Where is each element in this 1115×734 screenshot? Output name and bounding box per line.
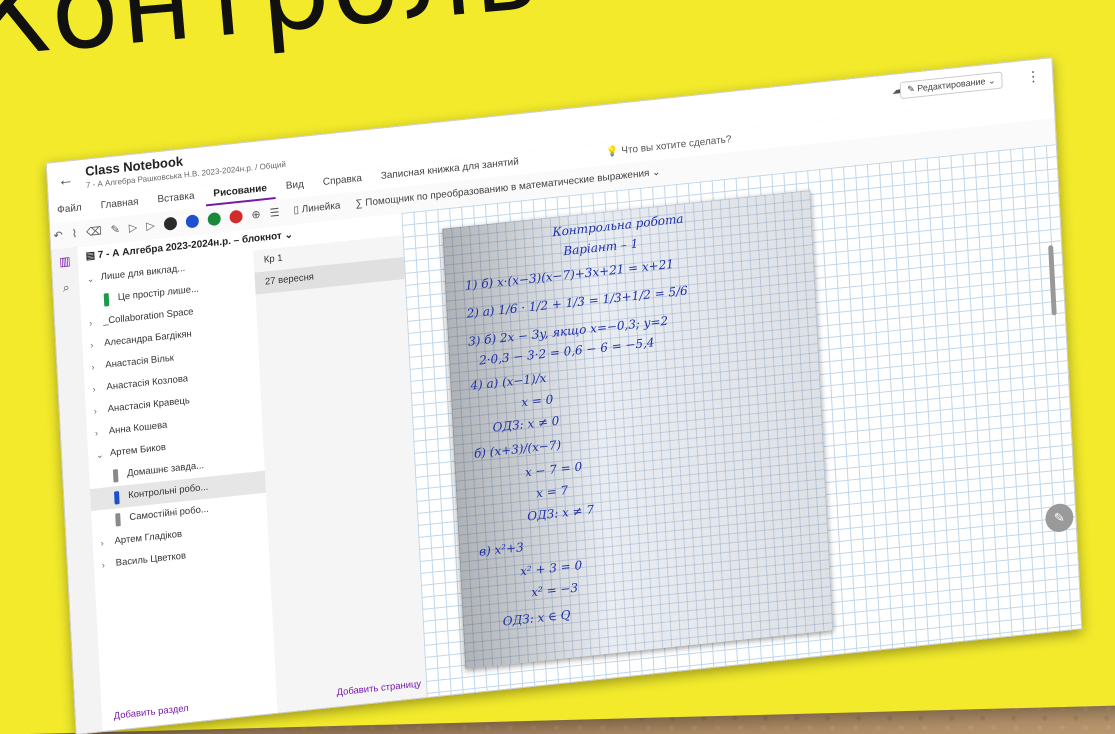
add-section-link[interactable]: Добавить раздел xyxy=(113,703,188,722)
section-label: Артем Биков xyxy=(109,441,167,459)
chevron-right-icon: › xyxy=(94,427,99,439)
chevron-right-icon: › xyxy=(91,361,95,373)
editing-mode-label: Редактирование xyxy=(917,76,986,94)
add-page-link[interactable]: Добавить страницу xyxy=(336,679,421,699)
pen-color-green[interactable] xyxy=(207,211,221,227)
section-label: Алесандра Багдікян xyxy=(103,328,192,349)
marker-icon[interactable]: ▷ xyxy=(146,219,155,233)
section-color-tab xyxy=(115,513,121,527)
page-list: Кр 1 27 вересня Добавить страницу xyxy=(253,234,428,713)
chevron-right-icon: › xyxy=(88,317,93,329)
back-arrow-icon[interactable]: ← xyxy=(57,171,74,191)
tab-view[interactable]: Вид xyxy=(277,174,312,197)
section-label: Анастасія Кравець xyxy=(107,395,191,415)
section-list: ⌄ Лише для виклад... Це простір лише... ›… xyxy=(78,250,279,732)
ruler-button[interactable]: ▯ Линейка xyxy=(293,200,341,216)
chevron-right-icon: › xyxy=(100,537,104,549)
editing-mode-button[interactable]: ✎ Редактирование ⌄ xyxy=(899,71,1003,100)
handwritten-work-photo: Контрольна робота Варіант – 1 1) б) x·(x… xyxy=(442,190,834,669)
search-icon[interactable]: ⌕ xyxy=(53,273,80,302)
chevron-down-icon: ⌄ xyxy=(95,449,104,461)
section-label: Контрольні робо... xyxy=(127,481,209,502)
highlighter-icon[interactable]: ▷ xyxy=(128,221,138,235)
section-label: Артем Гладіков xyxy=(114,528,183,547)
line-weight-icon[interactable]: ☰ xyxy=(269,206,279,220)
onenote-window: ← Class Notebook 7 - А Алгебра Рашковськ… xyxy=(45,57,1083,734)
section-label: Це простір лише... xyxy=(117,283,200,304)
ruler-label: Линейка xyxy=(301,200,341,216)
undo-icon[interactable]: ↶ xyxy=(53,229,63,243)
add-pen-icon[interactable]: ⊕ xyxy=(251,208,261,222)
section-label: Василь Цветков xyxy=(115,550,187,569)
section-label: Анастасія Козлова xyxy=(106,373,189,393)
lasso-select-icon[interactable]: ⌇ xyxy=(71,227,78,241)
tab-insert[interactable]: Вставка xyxy=(149,186,203,211)
section-label: Домашнє завда... xyxy=(126,460,205,480)
notebooks-icon[interactable]: ▥ xyxy=(51,247,78,276)
section-label: Лише для виклад... xyxy=(100,262,186,283)
pen-color-blue[interactable] xyxy=(185,214,199,229)
section-label: Самостійні робо... xyxy=(129,503,210,524)
notebook-icon: ▤ xyxy=(85,250,96,263)
pen-tool-icon[interactable]: ✎ xyxy=(110,223,120,237)
pen-color-red[interactable] xyxy=(229,209,243,224)
tab-file[interactable]: Файл xyxy=(49,198,90,221)
chevron-down-icon: ⌄ xyxy=(86,273,95,285)
section-color-tab xyxy=(112,469,119,483)
chevron-right-icon: › xyxy=(101,559,106,571)
eraser-icon[interactable]: ⌫ xyxy=(86,224,102,239)
section-label: Анастасія Вільк xyxy=(105,352,175,371)
vertical-scrollbar[interactable] xyxy=(1048,245,1057,316)
more-options-icon[interactable]: ⋮ xyxy=(1026,67,1041,85)
pencil-icon[interactable]: ✎ xyxy=(1044,502,1075,534)
section-label: Анна Кошева xyxy=(108,419,168,437)
chevron-right-icon: › xyxy=(90,339,94,351)
lightbulb-icon: 💡 xyxy=(605,145,619,159)
pen-color-black[interactable] xyxy=(163,216,177,231)
chevron-right-icon: › xyxy=(92,383,96,395)
chevron-right-icon: › xyxy=(93,405,98,417)
tab-home[interactable]: Главная xyxy=(92,192,147,217)
section-color-tab xyxy=(103,293,110,307)
section-color-tab xyxy=(114,491,120,505)
page-canvas[interactable]: Контрольна робота Варіант – 1 1) б) x·(x… xyxy=(401,144,1082,697)
